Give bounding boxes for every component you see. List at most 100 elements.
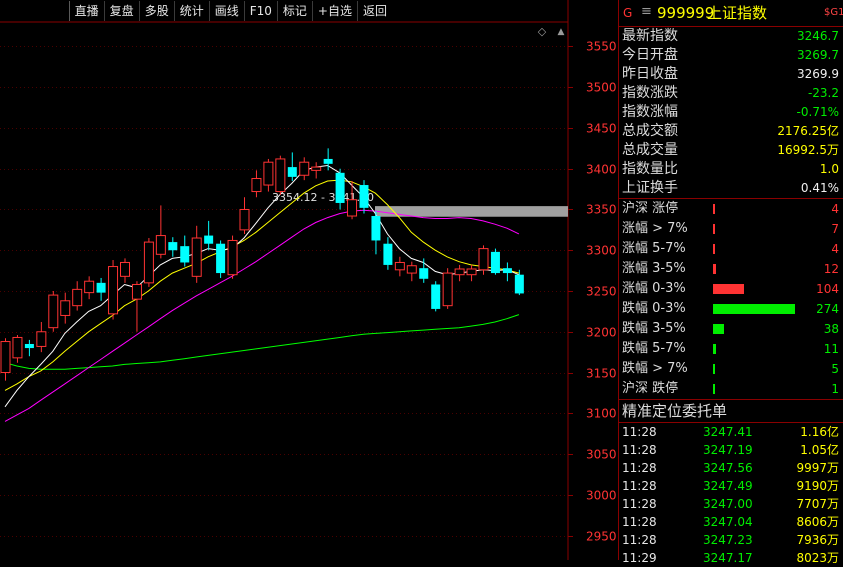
quote-value: 1.0 — [819, 162, 839, 176]
order-price: 3247.19 — [703, 443, 753, 457]
candle-up[interactable] — [454, 268, 465, 276]
candle-up[interactable] — [227, 239, 238, 276]
toolbar-statistics-button[interactable]: 统计 — [173, 1, 209, 21]
toolbar-draw-line-button[interactable]: 画线 — [208, 1, 244, 21]
order-amount: 9190万 — [796, 479, 839, 493]
orders-list: 11:28 3247.41 1.16亿 11:28 3247.19 1.05亿 11:28 3… — [619, 423, 843, 567]
toolbar-f10-button[interactable]: F10 — [243, 1, 277, 21]
candle-up[interactable] — [478, 248, 489, 271]
distribution-label: 涨幅 0-3% — [622, 281, 686, 296]
quote-value: 2176.25亿 — [777, 124, 839, 138]
order-row[interactable]: 11:28 3247.04 8606万 — [619, 513, 843, 531]
candle-up[interactable] — [442, 272, 453, 307]
candle-up[interactable] — [466, 268, 477, 276]
kline-chart[interactable]: 3550 3500 3450 3400 3350 3300 3250 3200 3150 3100… — [0, 0, 618, 560]
candle-down[interactable] — [168, 242, 178, 251]
order-row[interactable]: 11:28 3247.00 7707万 — [619, 495, 843, 513]
candle-down[interactable] — [490, 251, 500, 274]
quote-header: G ≡ 999999 上证指数 $G1 — [619, 0, 843, 27]
order-row[interactable]: 11:28 3247.41 1.16亿 — [619, 423, 843, 441]
toolbar-review-button[interactable]: 复盘 — [103, 1, 139, 21]
toolbar-back-button[interactable]: 返回 — [356, 1, 392, 21]
candle-up[interactable] — [0, 341, 11, 374]
y-tick-label: 3450 — [586, 122, 617, 136]
y-tick-label: 3200 — [586, 326, 617, 340]
candle-down[interactable] — [502, 268, 512, 274]
quote-row: 最新指数 3246.7 — [619, 27, 843, 46]
candle-up[interactable] — [155, 235, 166, 255]
kline-chart-area[interactable]: 3550 3500 3450 3400 3350 3300 3250 3200 3150 3100… — [0, 0, 618, 560]
order-row[interactable]: 11:29 3247.17 8023万 — [619, 549, 843, 567]
quote-row: 指数涨幅 -0.71% — [619, 103, 843, 122]
orders-title: 精准定位委托单 — [619, 400, 843, 423]
candle-up[interactable] — [299, 161, 310, 176]
candle-down[interactable] — [359, 185, 369, 208]
candle-up[interactable] — [275, 158, 286, 193]
candle-up[interactable] — [251, 178, 262, 193]
order-price: 3247.17 — [703, 551, 753, 565]
candle-down[interactable] — [287, 167, 297, 177]
candle-up[interactable] — [120, 261, 130, 277]
candle-up[interactable] — [60, 300, 71, 316]
stock-code: 999999 — [657, 4, 715, 22]
candle-down[interactable] — [323, 158, 333, 164]
candle-down[interactable] — [335, 172, 345, 203]
toolbar-add-watchlist-button[interactable]: +自选 — [311, 1, 357, 21]
candle-up[interactable] — [394, 261, 405, 271]
order-row[interactable]: 11:28 3247.56 9997万 — [619, 459, 843, 477]
candle-up[interactable] — [406, 265, 417, 274]
candle-up[interactable] — [12, 336, 23, 359]
distribution-count: 274 — [816, 302, 839, 316]
candle-down[interactable] — [431, 284, 441, 309]
order-row[interactable]: 11:28 3247.23 7936万 — [619, 531, 843, 549]
candle-up[interactable] — [84, 280, 95, 294]
y-tick-label: 3000 — [586, 489, 617, 503]
candle-down[interactable] — [180, 246, 190, 263]
menu-icon[interactable]: ≡ — [641, 0, 652, 25]
candle-down[interactable] — [383, 243, 393, 265]
order-price: 3247.56 — [703, 461, 753, 475]
toolbar-live-button[interactable]: 直播 — [68, 1, 104, 21]
candle-up[interactable] — [263, 161, 274, 186]
candle-up[interactable] — [131, 283, 142, 300]
distribution-count: 7 — [831, 222, 839, 236]
candle-up[interactable] — [48, 294, 59, 329]
order-row[interactable]: 11:28 3247.19 1.05亿 — [619, 441, 843, 459]
toolbar-multi-stock-button[interactable]: 多股 — [138, 1, 174, 21]
candle-down[interactable] — [419, 268, 429, 279]
distribution-count: 12 — [823, 262, 839, 276]
candle-down[interactable] — [24, 343, 34, 349]
distribution-row: 涨幅 3-5% 12 — [619, 259, 843, 279]
candle-up[interactable] — [72, 288, 83, 307]
candle-down[interactable] — [216, 243, 226, 274]
order-row[interactable]: 11:28 3247.49 9190万 — [619, 477, 843, 495]
y-tick-label: 2950 — [586, 530, 617, 544]
candle-up[interactable] — [347, 199, 358, 217]
quote-value: 16992.5万 — [777, 143, 839, 157]
quote-label: 今日开盘 — [622, 47, 678, 63]
distribution-bar — [713, 284, 744, 294]
candle-down[interactable] — [371, 216, 381, 241]
candle-down[interactable] — [96, 282, 106, 293]
distribution-bar — [713, 244, 715, 254]
candle-up[interactable] — [36, 331, 47, 347]
quote-stats: 最新指数 3246.7 今日开盘 3269.7 昨日收盘 3269.9 指数涨跌 -23.2 指… — [619, 27, 843, 199]
distribution-label: 跌幅 0-3% — [622, 301, 686, 316]
candle-up[interactable] — [311, 166, 322, 171]
y-tick-label: 3400 — [586, 163, 617, 177]
candle-up[interactable] — [239, 208, 250, 231]
distribution-bar — [713, 204, 715, 214]
candle-down[interactable] — [514, 274, 524, 294]
candle-up[interactable] — [191, 237, 202, 277]
scroll-up-icon[interactable]: ▲ — [555, 25, 567, 39]
distribution-count: 1 — [831, 382, 839, 396]
quote-label: 指数量比 — [622, 161, 678, 177]
diamond-icon[interactable]: ◇ — [535, 25, 549, 39]
quote-row: 今日开盘 3269.7 — [619, 46, 843, 65]
candle-up[interactable] — [143, 241, 154, 284]
toolbar-mark-button[interactable]: 标记 — [276, 1, 312, 21]
distribution-bar — [713, 304, 795, 314]
candle-down[interactable] — [204, 235, 214, 244]
distribution-bar — [713, 344, 716, 354]
candle-up[interactable] — [108, 266, 119, 315]
